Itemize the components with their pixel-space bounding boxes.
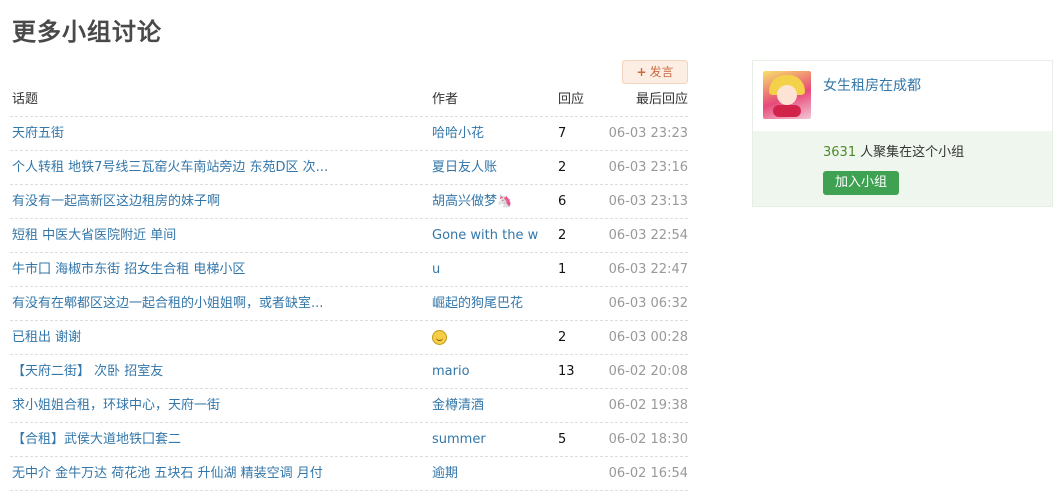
- table-header: 话题 作者 回应 最后回应: [10, 88, 688, 117]
- column-header-title: 话题: [12, 92, 39, 107]
- topic-link[interactable]: 短租 中医大省医院附近 单间: [12, 219, 412, 252]
- last-reply-time: 06-03 22:54: [608, 228, 688, 243]
- topic-link[interactable]: 【天府二街】 次卧 招室友: [12, 355, 412, 388]
- author-link[interactable]: 夏日友人账: [432, 151, 542, 184]
- member-suffix: 人聚集在这个小组: [860, 145, 965, 160]
- column-header-last-reply: 最后回应: [635, 92, 688, 107]
- topic-link[interactable]: 【合租】武侯大道地铁囗套二: [12, 423, 412, 456]
- author-name: 崛起的狗尾巴花: [432, 296, 524, 311]
- last-reply-time: 06-03 06:32: [608, 296, 688, 311]
- author-name: summer: [432, 432, 486, 447]
- author-name: 哈哈小花: [432, 126, 485, 141]
- page-title: 更多小组讨论: [12, 18, 162, 46]
- group-header: 女生租房在成都: [753, 61, 1052, 131]
- topic-link[interactable]: 已租出 谢谢: [12, 321, 412, 354]
- last-reply-time: 06-03 23:23: [608, 126, 688, 141]
- author-link[interactable]: u: [432, 253, 542, 286]
- topic-link[interactable]: 无中介 金牛万达 荷花池 五块石 升仙湖 精装空调 月付: [12, 457, 412, 490]
- group-info: 3631 人聚集在这个小组 加入小组: [753, 131, 1052, 206]
- table-row: 有没有在郫都区这边一起合租的小姐姐啊，或者缺室... 崛起的狗尾巴花 06-03 0…: [10, 287, 688, 321]
- author-link[interactable]: 崛起的狗尾巴花: [432, 287, 542, 320]
- last-reply-time: 06-03 23:16: [608, 160, 688, 175]
- join-group-button[interactable]: 加入小组: [823, 171, 899, 195]
- table-row: 牛市囗 海椒市东街 招女生合租 电梯小区 u 1 06-03 22:47: [10, 253, 688, 287]
- member-count-line: 3631 人聚集在这个小组: [823, 141, 964, 160]
- author-name: 胡高兴做梦: [432, 194, 498, 209]
- author-link[interactable]: mario: [432, 355, 542, 388]
- last-reply-time: 06-03 22:47: [608, 262, 688, 277]
- author-name: 夏日友人账: [432, 160, 498, 175]
- table-row: 已租出 谢谢 2 06-03 00:28: [10, 321, 688, 355]
- author-link[interactable]: 逾期: [432, 457, 542, 490]
- author-link[interactable]: 金樽清酒: [432, 389, 542, 422]
- table-row: 【天府二街】 次卧 招室友 mario 13 06-02 20:08: [10, 355, 688, 389]
- topic-link[interactable]: 个人转租 地铁7号线三瓦窑火车南站旁边 东苑D区 次...: [12, 151, 412, 184]
- group-name-link[interactable]: 女生租房在成都: [823, 75, 921, 95]
- table-row: 【合租】武侯大道地铁囗套二 summer 5 06-02 18:30: [10, 423, 688, 457]
- author-link[interactable]: summer: [432, 423, 542, 456]
- column-header-author: 作者: [432, 92, 459, 107]
- last-reply-time: 06-02 16:54: [608, 466, 688, 481]
- author-link[interactable]: [432, 321, 542, 354]
- table-row: 求小姐姐合租，环球中心，天府一街 金樽清酒 06-02 19:38: [10, 389, 688, 423]
- unicorn-icon: 🦄: [497, 194, 512, 208]
- smiley-icon: [432, 330, 447, 345]
- author-link[interactable]: 哈哈小花: [432, 117, 542, 150]
- last-reply-time: 06-02 20:08: [608, 364, 688, 379]
- author-name: u: [432, 262, 441, 277]
- topic-link[interactable]: 有没有一起高新区这边租房的妹子啊: [12, 185, 412, 218]
- author-name: mario: [432, 364, 470, 379]
- last-reply-time: 06-02 18:30: [608, 432, 688, 447]
- last-reply-time: 06-03 23:13: [608, 194, 688, 209]
- author-name: 逾期: [432, 466, 459, 481]
- topic-link[interactable]: 求小姐姐合租，环球中心，天府一街: [12, 389, 412, 422]
- topic-link[interactable]: 有没有在郫都区这边一起合租的小姐姐啊，或者缺室...: [12, 287, 412, 320]
- last-reply-time: 06-03 00:28: [608, 330, 688, 345]
- author-link[interactable]: Gone with the w: [432, 219, 542, 252]
- member-count: 3631: [823, 145, 857, 160]
- post-button[interactable]: + 发言: [622, 60, 688, 84]
- topic-link[interactable]: 牛市囗 海椒市东街 招女生合租 电梯小区: [12, 253, 412, 286]
- plus-icon: +: [636, 65, 647, 79]
- table-row: 个人转租 地铁7号线三瓦窑火车南站旁边 东苑D区 次... 夏日友人账 2 06-03…: [10, 151, 688, 185]
- table-row: 天府五街 哈哈小花 7 06-03 23:23: [10, 117, 688, 151]
- topic-link[interactable]: 天府五街: [12, 117, 412, 150]
- group-card: 女生租房在成都 3631 人聚集在这个小组 加入小组: [752, 60, 1053, 207]
- author-link[interactable]: 胡高兴做梦🦄: [432, 185, 542, 218]
- group-avatar-icon[interactable]: [763, 71, 811, 119]
- table-row: 短租 中医大省医院附近 单间 Gone with the w 2 06-03 22:5…: [10, 219, 688, 253]
- topic-table: 话题 作者 回应 最后回应 天府五街 哈哈小花 7 06-03 23:23 个人转租 地…: [10, 88, 688, 491]
- author-name: 金樽清酒: [432, 398, 485, 413]
- table-row: 有没有一起高新区这边租房的妹子啊 胡高兴做梦🦄 6 06-03 23:13: [10, 185, 688, 219]
- post-button-label: 发言: [649, 65, 674, 79]
- author-name: Gone with the w: [432, 228, 539, 243]
- last-reply-time: 06-02 19:38: [608, 398, 688, 413]
